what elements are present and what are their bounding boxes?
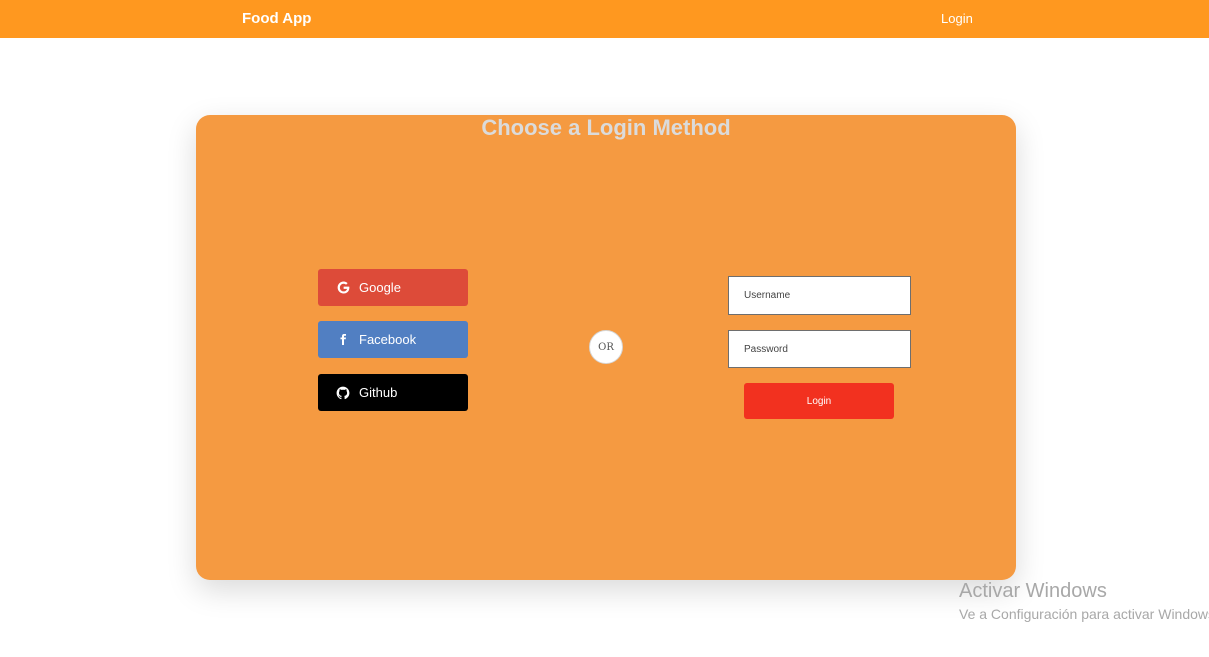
nav-login-link[interactable]: Login <box>941 11 973 26</box>
google-icon <box>335 280 351 296</box>
login-submit-button[interactable]: Login <box>744 383 894 419</box>
facebook-icon <box>335 332 351 348</box>
google-button-label: Google <box>359 280 401 295</box>
windows-activation-title: Activar Windows <box>959 580 1107 602</box>
login-card: Choose a Login Method Google Facebook Gi… <box>196 115 1016 580</box>
card-title: Choose a Login Method <box>481 115 731 140</box>
facebook-button-label: Facebook <box>359 332 417 347</box>
github-icon <box>335 385 351 401</box>
username-input[interactable] <box>728 276 911 315</box>
brand-link[interactable]: Food App <box>242 10 311 27</box>
windows-activation-subtitle: Ve a Configuración para activar Windows. <box>959 606 1209 622</box>
password-input[interactable] <box>728 330 911 368</box>
github-button-label: Github <box>359 385 398 400</box>
or-divider: OR <box>589 330 623 364</box>
github-login-button[interactable]: Github <box>318 374 468 411</box>
facebook-login-button[interactable]: Facebook <box>318 321 468 358</box>
google-login-button[interactable]: Google <box>318 269 468 306</box>
top-navbar: Food App Login <box>0 0 1209 38</box>
